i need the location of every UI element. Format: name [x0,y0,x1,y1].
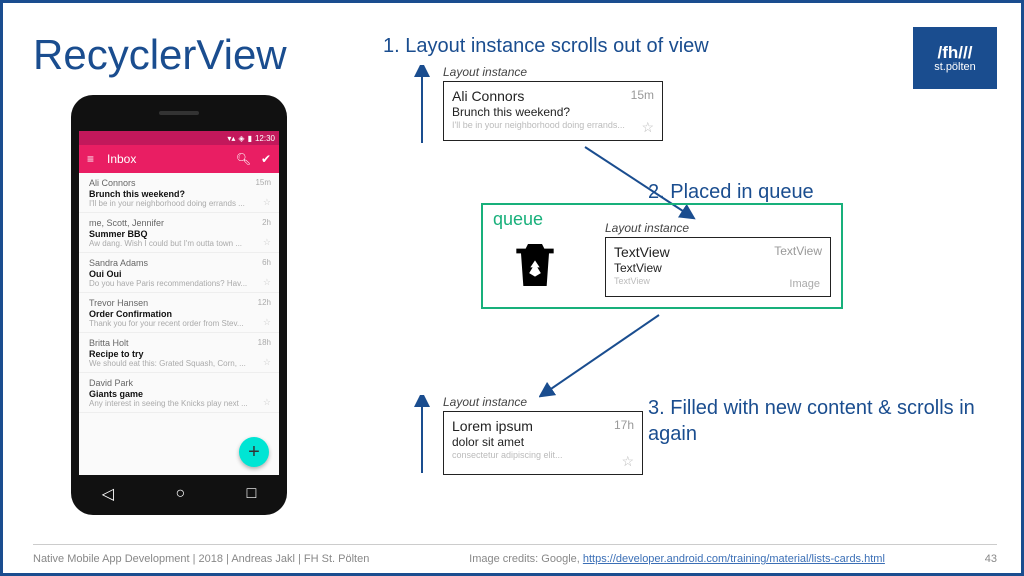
row-time: 12h [258,298,271,307]
layout-instance-label-1: Layout instance [443,65,527,79]
nav-back-icon[interactable]: ◁ [102,484,114,504]
layout-instance-card-3: Lorem ipsum 17h dolor sit amet consectet… [443,411,643,475]
star-icon[interactable]: ☆ [263,397,271,408]
arrow-from-queue-icon [539,311,669,401]
card2-tr: TextView [774,244,822,260]
row-from: David Park [89,378,269,388]
row-time: 15m [255,178,271,187]
nav-recent-icon[interactable]: □ [247,485,257,503]
list-item[interactable]: Trevor HansenOrder ConfirmationThank you… [79,293,279,333]
row-subject: Oui Oui [89,269,269,279]
page-number: 43 [985,553,997,565]
star-icon[interactable]: ☆ [263,237,271,248]
row-from: Trevor Hansen [89,298,269,308]
arrow-scroll-in-icon [413,395,431,477]
card2-br: Image [789,278,820,290]
layout-instance-card-2: TextView TextView TextView TextView Imag… [605,237,831,297]
card1-time: 15m [631,88,654,104]
nav-home-icon[interactable]: ○ [175,485,185,503]
row-subject: Order Confirmation [89,309,269,319]
card2-tl: TextView [614,244,670,260]
wifi-icon: ◈ [238,134,244,143]
layout-instance-label-3: Layout instance [443,395,527,409]
star-icon[interactable]: ☆ [263,317,271,328]
search-icon[interactable]: 🔍︎ [236,152,251,166]
nav-bar: ◁ ○ □ [71,483,287,505]
check-icon[interactable]: ✔ [261,152,271,166]
row-subject: Recipe to try [89,349,269,359]
logo-text-bottom: st.pölten [934,61,976,73]
row-from: Britta Holt [89,338,269,348]
step-3-label: 3. Filled with new content & scrolls in … [648,395,1021,447]
card3-name: Lorem ipsum [452,418,533,434]
slide-title: RecyclerView [33,31,287,79]
row-time: 2h [262,218,271,227]
divider [33,544,997,545]
queue-label: queue [493,209,543,230]
star-icon: ☆ [641,119,654,136]
battery-icon: ▮ [248,134,252,143]
logo-text-top: /fh/// [938,43,973,63]
card1-subject: Brunch this weekend? [452,105,654,119]
layout-instance-label-2: Layout instance [605,221,689,235]
footer-credit-prefix: Image credits: Google, [469,553,583,565]
email-list[interactable]: Ali ConnorsBrunch this weekend?I'll be i… [79,173,279,475]
fab-compose[interactable]: + [239,437,269,467]
star-icon[interactable]: ☆ [263,197,271,208]
list-item[interactable]: Sandra AdamsOui OuiDo you have Paris rec… [79,253,279,293]
row-preview: We should eat this: Grated Squash, Corn,… [89,359,269,368]
row-preview: I'll be in your neighborhood doing erran… [89,199,269,208]
star-icon[interactable]: ☆ [263,277,271,288]
row-from: me, Scott, Jennifer [89,218,269,228]
signal-icon: ▾▴ [227,134,235,143]
step-1-label: 1. Layout instance scrolls out of view [383,35,709,58]
list-item[interactable]: Ali ConnorsBrunch this weekend?I'll be i… [79,173,279,213]
hamburger-icon[interactable]: ≡ [87,152,99,166]
row-preview: Aw dang. Wish I could but I'm outta town… [89,239,269,248]
list-item[interactable]: David ParkGiants gameAny interest in see… [79,373,279,413]
arrow-scroll-out-icon [413,65,431,147]
app-title: Inbox [107,152,236,166]
card1-preview: I'll be in your neighborhood doing erran… [452,120,654,130]
layout-instance-card-1: Ali Connors 15m Brunch this weekend? I'l… [443,81,663,141]
footer-left: Native Mobile App Development | 2018 | A… [33,553,369,565]
card2-ml: TextView [614,261,822,275]
star-icon: ☆ [621,453,634,470]
row-subject: Summer BBQ [89,229,269,239]
card3-preview: consectetur adipiscing elit... [452,450,634,460]
status-bar: ▾▴ ◈ ▮ 12:30 [79,131,279,145]
recycle-bin-icon [507,237,563,293]
row-from: Ali Connors [89,178,269,188]
row-from: Sandra Adams [89,258,269,268]
card3-time: 17h [614,418,634,434]
footer-link[interactable]: https://developer.android.com/training/m… [583,553,885,565]
app-bar: ≡ Inbox 🔍︎ ✔ [79,145,279,173]
phone-frame: ▾▴ ◈ ▮ 12:30 ≡ Inbox 🔍︎ ✔ Ali ConnorsBru… [71,95,287,515]
list-item[interactable]: me, Scott, JenniferSummer BBQAw dang. Wi… [79,213,279,253]
row-preview: Do you have Paris recommendations? Hav..… [89,279,269,288]
row-preview: Thank you for your recent order from Ste… [89,319,269,328]
footer: Native Mobile App Development | 2018 | A… [33,553,997,565]
list-item[interactable]: Britta HoltRecipe to tryWe should eat th… [79,333,279,373]
row-subject: Giants game [89,389,269,399]
speaker-icon [159,111,199,115]
card1-name: Ali Connors [452,88,524,104]
row-subject: Brunch this weekend? [89,189,269,199]
row-preview: Any interest in seeing the Knicks play n… [89,399,269,408]
row-time: 18h [258,338,271,347]
fh-logo: /fh/// st.pölten [913,27,997,89]
phone-screen: ▾▴ ◈ ▮ 12:30 ≡ Inbox 🔍︎ ✔ Ali ConnorsBru… [79,131,279,475]
footer-right: Image credits: Google, https://developer… [469,553,885,565]
slide: RecyclerView /fh/// st.pölten 1. Layout … [0,0,1024,576]
star-icon[interactable]: ☆ [263,357,271,368]
row-time: 6h [262,258,271,267]
card3-subject: dolor sit amet [452,435,634,449]
status-time: 12:30 [255,134,275,143]
